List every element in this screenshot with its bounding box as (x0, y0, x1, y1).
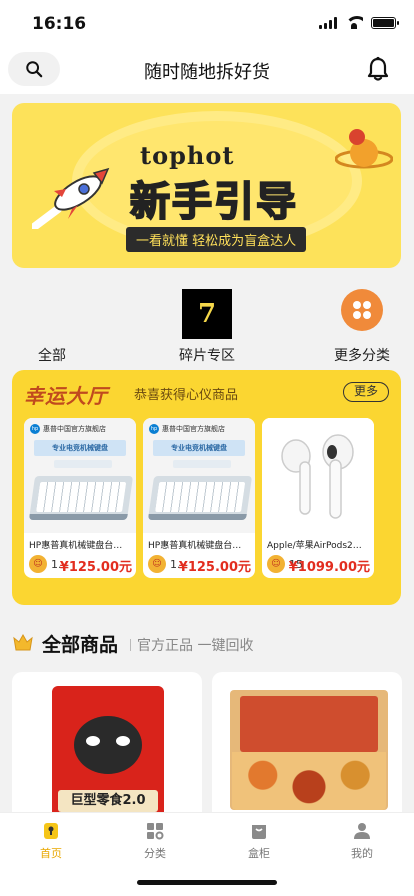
box-icon (252, 825, 266, 839)
all-products-subtitle: 官方正品 一键回收 (130, 635, 253, 655)
product-tag (173, 460, 231, 468)
planet-icon (335, 129, 393, 169)
guide-banner[interactable]: tophot 新手引导 一看就懂 轻松成为盲盒达人 (12, 103, 401, 268)
signal-icon (319, 16, 337, 29)
store-name: 惠普中国官方旗舰店 (162, 425, 225, 433)
winner-avatar-icon: ☺ (267, 555, 285, 573)
tab-label: 盒柜 (248, 847, 270, 860)
product-card[interactable] (212, 672, 402, 822)
banner-subtitle: 一看就懂 轻松成为盲盒达人 (126, 227, 307, 252)
app-header: 随时随地拆好货 (0, 48, 414, 94)
snack-bag-image: 巨型零食2.0 (52, 686, 164, 822)
wifi-icon (345, 16, 363, 29)
home-indicator (137, 880, 277, 885)
product-image: hp 惠普中国官方旗舰店 专业电竞机械键盘 (24, 418, 136, 533)
airpods-image (281, 434, 354, 519)
lucky-card[interactable]: hp 惠普中国官方旗舰店 专业电竞机械键盘 HP惠普真机械键盘台式电... ☺ 1… (24, 418, 136, 578)
category-label: 碎片专区 (179, 348, 235, 364)
store-header: hp 惠普中国官方旗舰店 (30, 424, 106, 434)
crown-bag-icon (13, 633, 33, 651)
fragment-tile-icon: 7 (182, 289, 232, 339)
winner-avatar-icon: ☺ (148, 555, 166, 573)
tab-label: 我的 (351, 847, 373, 860)
gift-box-image (230, 690, 388, 810)
lucky-card[interactable]: hp 惠普中国官方旗舰店 专业电竞机械键盘 HP惠普真机械键盘台式电... ☺ 1… (143, 418, 255, 578)
lucky-hall-title: 幸运大厅 (24, 384, 108, 408)
product-price: ¥125.00元 (59, 560, 132, 575)
product-card[interactable]: 巨型零食2.0 (12, 672, 202, 822)
hp-logo-icon: hp (30, 424, 40, 434)
status-time: 16:16 (32, 14, 87, 34)
product-name: HP惠普真机械键盘台式电... (148, 541, 250, 551)
category-more[interactable]: 更多分类 (312, 285, 412, 365)
product-name: Apple/苹果AirPods2代(配... (267, 541, 369, 551)
category-row: 全部 7 碎片专区 更多分类 (0, 285, 414, 365)
lucky-hall-more-button[interactable]: 更多 (343, 382, 389, 402)
store-name: 惠普中国官方旗舰店 (43, 425, 106, 433)
more-categories-icon (341, 289, 383, 331)
user-icon (354, 823, 370, 839)
product-banner-text: 专业电竞机械键盘 (153, 440, 245, 456)
winner-avatar-icon: ☺ (29, 555, 47, 573)
grid-icon (147, 823, 164, 840)
product-price: ¥125.00元 (178, 560, 251, 575)
product-image: hp 惠普中国官方旗舰店 专业电竞机械键盘 (143, 418, 255, 533)
tab-label: 分类 (144, 847, 166, 860)
tab-label: 首页 (40, 847, 62, 860)
lucky-hall-subtitle: 恭喜获得心仪商品 (134, 388, 239, 403)
tab-profile[interactable]: 我的 (322, 821, 402, 861)
bell-icon[interactable] (366, 56, 390, 82)
all-products-header: 全部商品 官方正品 一键回收 (12, 628, 402, 658)
all-products-title: 全部商品 (42, 634, 119, 656)
category-fragments[interactable]: 7 碎片专区 (157, 285, 257, 365)
product-image (262, 418, 374, 533)
battery-icon (371, 16, 399, 29)
banner-brand: tophot (140, 141, 235, 170)
tab-categories[interactable]: 分类 (115, 821, 195, 861)
hp-logo-icon: hp (149, 424, 159, 434)
tab-box-cabinet[interactable]: 盒柜 (219, 821, 299, 861)
product-name: HP惠普真机械键盘台式电... (29, 541, 131, 551)
status-icons (319, 16, 399, 29)
product-price: ¥1099.00元 (288, 560, 370, 575)
keyboard-image (147, 476, 253, 520)
banner-title: 新手引导 (129, 178, 298, 226)
keyboard-image (28, 476, 134, 520)
home-icon (44, 823, 58, 839)
page-title: 随时随地拆好货 (144, 62, 270, 83)
lucky-card[interactable]: Apple/苹果AirPods2代(配... ☺ 15 ¥1099.00元 (262, 418, 374, 578)
store-header: hp 惠普中国官方旗舰店 (149, 424, 225, 434)
category-label: 更多分类 (334, 348, 390, 364)
rocket-icon (32, 167, 110, 229)
product-banner-text: 专业电竞机械键盘 (34, 440, 126, 456)
snack-label: 巨型零食2.0 (58, 790, 158, 812)
category-label: 全部 (38, 348, 66, 364)
tab-home[interactable]: 首页 (11, 821, 91, 861)
status-bar: 16:16 (0, 0, 414, 48)
lucky-hall-section: 幸运大厅 恭喜获得心仪商品 更多 hp 惠普中国官方旗舰店 专业电竞机械键盘 HP… (12, 370, 401, 605)
category-all[interactable]: 全部 (2, 285, 102, 365)
product-tag (54, 460, 112, 468)
